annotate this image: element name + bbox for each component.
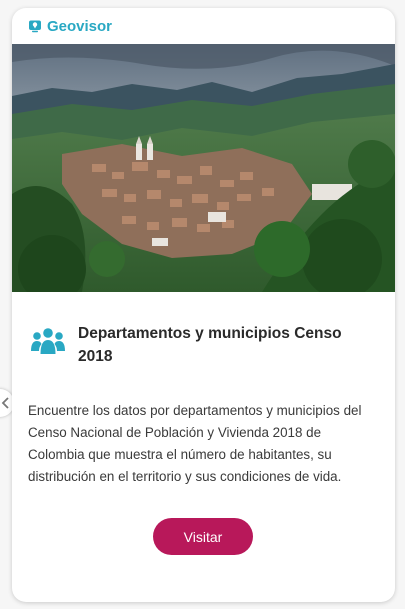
page: Geovisor Departamentos y municipios Cens…: [0, 0, 405, 609]
people-group-icon: [31, 328, 65, 354]
card-description: Encuentre los datos por departamentos y …: [28, 403, 362, 484]
card-header: Geovisor: [28, 16, 112, 36]
card-image: [12, 44, 395, 292]
brand-label: Geovisor: [47, 17, 113, 35]
map-pin-icon: [29, 20, 41, 33]
visit-button[interactable]: Visitar: [153, 518, 253, 555]
chevron-left-icon: [1, 397, 9, 409]
card-title-row: Departamentos y municipios Censo 2018: [30, 322, 380, 368]
card-title: Departamentos y municipios Censo 2018: [78, 325, 342, 365]
geovisor-card: Geovisor Departamentos y municipios Cens…: [12, 8, 395, 602]
